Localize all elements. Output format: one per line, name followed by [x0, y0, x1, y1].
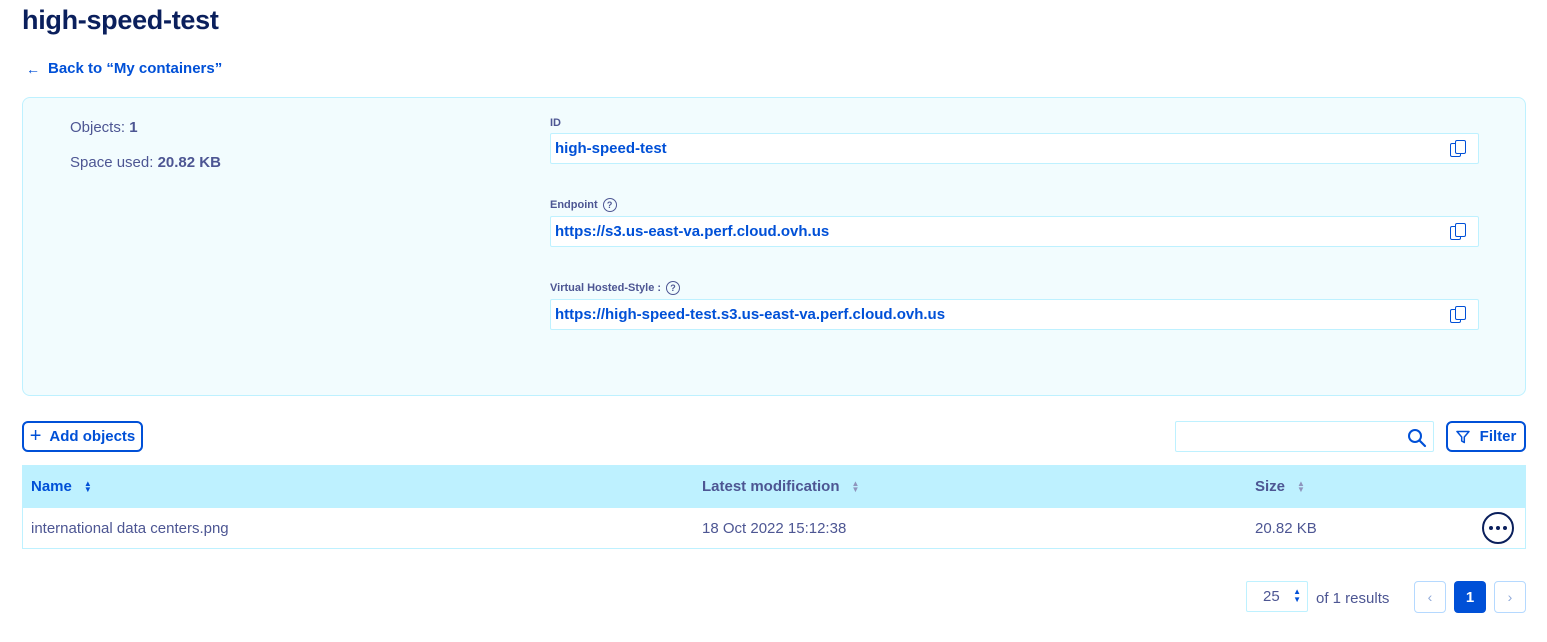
column-name-label: Name: [31, 478, 72, 495]
page-title: high-speed-test: [22, 5, 219, 35]
objects-label: Objects:: [70, 119, 126, 136]
back-to-containers-link[interactable]: ← Back to “My containers”: [26, 60, 222, 77]
results-count: of 1 results: [1316, 590, 1390, 607]
table-row: international data centers.png 18 Oct 20…: [22, 508, 1526, 549]
chevron-right-icon: ›: [1507, 589, 1513, 605]
space-used: Space used: 20.82 KB: [70, 154, 221, 171]
page-prev-button[interactable]: ‹: [1414, 581, 1446, 613]
sort-icon: ▲ ▼: [1297, 478, 1305, 494]
copy-virtual-hosted-icon[interactable]: [1450, 305, 1468, 324]
virtual-hosted-label-text: Virtual Hosted-Style :: [550, 282, 662, 294]
virtual-hosted-value: https://high-speed-test.s3.us-east-va.pe…: [555, 306, 946, 323]
objects-count: Objects: 1: [70, 119, 138, 136]
back-link-label: Back to “My containers”: [48, 60, 223, 77]
select-chevron-icon: ▲ ▼: [1293, 587, 1301, 604]
filter-label: Filter: [1479, 428, 1517, 445]
id-label: ID: [550, 117, 561, 129]
virtual-hosted-label: Virtual Hosted-Style : ?: [550, 281, 681, 295]
add-objects-label: Add objects: [49, 428, 136, 445]
id-value: high-speed-test: [555, 140, 667, 157]
more-dot: [1503, 526, 1507, 530]
column-header-name[interactable]: Name ▲ ▼: [31, 478, 92, 495]
chevron-left-icon: ‹: [1427, 589, 1433, 605]
endpoint-value: https://s3.us-east-va.perf.cloud.ovh.us: [555, 223, 830, 240]
virtual-hosted-field: https://high-speed-test.s3.us-east-va.pe…: [550, 299, 1479, 330]
endpoint-label: Endpoint ?: [550, 198, 617, 212]
id-label-text: ID: [550, 117, 561, 129]
page-number-current[interactable]: 1: [1454, 581, 1486, 613]
object-size: 20.82 KB: [1255, 520, 1317, 537]
row-actions-button[interactable]: [1482, 512, 1514, 544]
table-header: Name ▲ ▼ Latest modification ▲ ▼ Size ▲ ▼: [22, 465, 1526, 508]
search-input[interactable]: [1176, 422, 1401, 451]
endpoint-label-text: Endpoint: [550, 199, 598, 211]
more-dot: [1496, 526, 1500, 530]
filter-button[interactable]: Filter: [1446, 421, 1526, 452]
column-size-label: Size: [1255, 478, 1286, 495]
object-modified: 18 Oct 2022 15:12:38: [702, 520, 847, 537]
column-header-size[interactable]: Size ▲ ▼: [1255, 478, 1305, 495]
sort-icon: ▲ ▼: [851, 478, 860, 494]
add-objects-button[interactable]: + Add objects: [22, 421, 143, 452]
copy-endpoint-icon[interactable]: [1450, 222, 1468, 241]
copy-id-icon[interactable]: [1450, 139, 1468, 158]
help-icon[interactable]: ?: [602, 198, 617, 212]
column-header-modification[interactable]: Latest modification ▲ ▼: [702, 478, 859, 495]
endpoint-field: https://s3.us-east-va.perf.cloud.ovh.us: [550, 216, 1479, 247]
column-modified-label: Latest modification: [702, 478, 840, 495]
container-info-panel: Objects: 1 Space used: 20.82 KB ID high-…: [22, 97, 1526, 396]
page-size-value: 25: [1263, 588, 1280, 605]
search-icon[interactable]: [1407, 428, 1427, 448]
space-label: Space used:: [70, 154, 154, 171]
arrow-left-icon: ←: [26, 60, 40, 77]
object-name: international data centers.png: [31, 520, 229, 537]
sort-icon: ▲ ▼: [83, 478, 92, 494]
objects-table: Name ▲ ▼ Latest modification ▲ ▼ Size ▲ ▼ i…: [22, 465, 1526, 549]
space-value: 20.82 KB: [157, 154, 221, 171]
plus-icon: +: [29, 424, 42, 447]
help-icon[interactable]: ?: [666, 281, 681, 295]
more-dot: [1489, 526, 1493, 530]
objects-value: 1: [129, 119, 138, 136]
page-next-button[interactable]: ›: [1494, 581, 1526, 613]
search-box: [1175, 421, 1434, 452]
id-field: high-speed-test: [550, 133, 1479, 164]
page-size-select[interactable]: 25 ▲ ▼: [1246, 581, 1308, 612]
filter-icon: [1455, 430, 1470, 443]
